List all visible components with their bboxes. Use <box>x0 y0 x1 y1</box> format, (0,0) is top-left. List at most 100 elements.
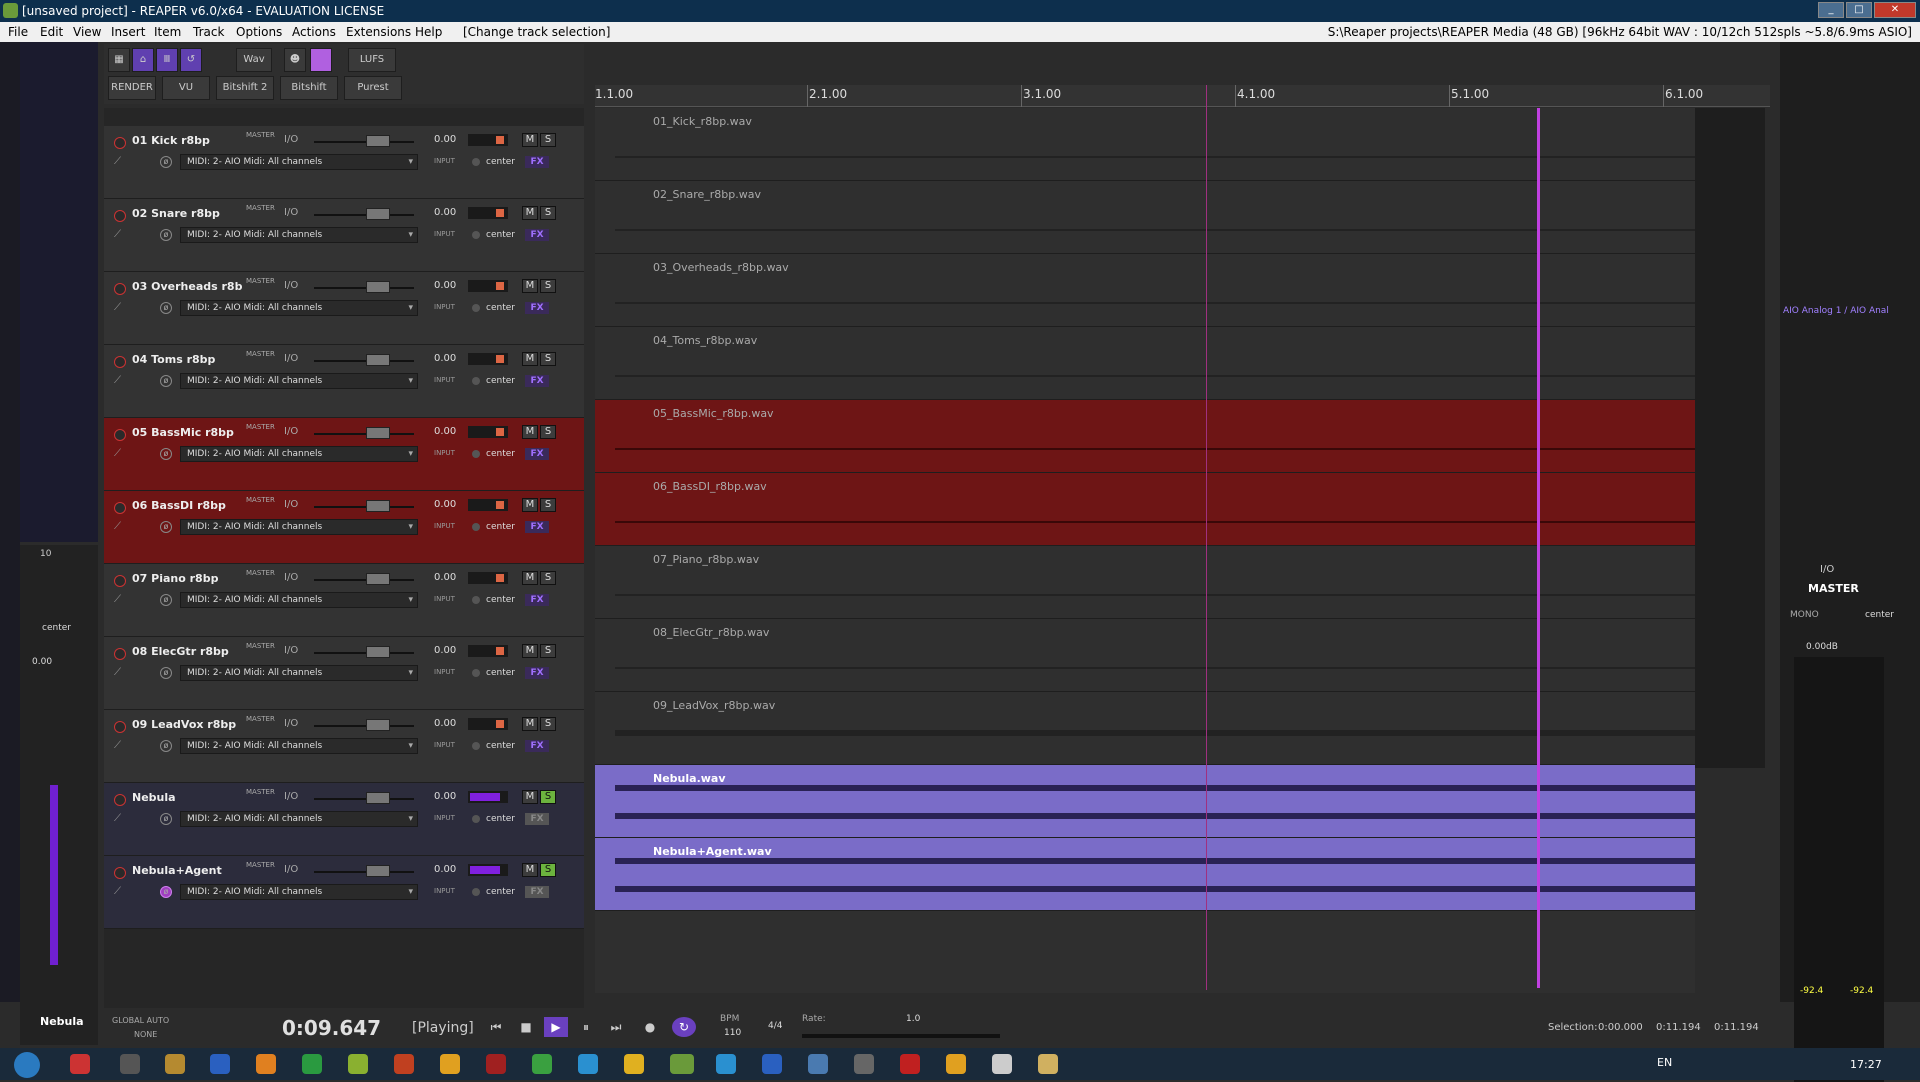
io-button[interactable]: I/O <box>284 280 298 291</box>
pan-knob[interactable]: center <box>468 738 520 754</box>
timeline-ruler[interactable]: 1.1.00 2.1.00 3.1.00 4.1.00 5.1.00 6.1.0… <box>595 85 1770 107</box>
loop-icon[interactable]: ↺ <box>180 48 202 72</box>
track-name[interactable]: 08 ElecGtr r8bp <box>132 645 242 658</box>
app-icon[interactable] <box>1038 1054 1058 1074</box>
color-icon[interactable] <box>310 48 332 72</box>
bars-icon[interactable]: Ⅲ <box>156 48 178 72</box>
minimize-button[interactable]: _ <box>1818 2 1844 18</box>
menu-options[interactable]: Options <box>236 22 282 42</box>
track-name[interactable]: 07 Piano r8bp <box>132 572 242 585</box>
pan-knob[interactable]: center <box>468 519 520 535</box>
track-1[interactable]: 01 Kick r8bp MASTER I/O 0.00 M S ⟋ ø MID… <box>104 126 584 199</box>
track-name[interactable]: 03 Overheads r8bp <box>132 280 242 293</box>
media-item[interactable]: 01_Kick_r8bp.wav <box>595 108 1695 181</box>
master-pan-knob[interactable]: center <box>1865 610 1894 620</box>
track-3[interactable]: 03 Overheads r8bp MASTER I/O 0.00 M S ⟋ … <box>104 272 584 345</box>
pan-knob[interactable]: center <box>468 884 520 900</box>
phase-icon[interactable]: ø <box>160 813 172 825</box>
master-io-button[interactable]: I/O <box>1820 564 1834 575</box>
input-select[interactable]: MIDI: 2- AIO Midi: All channels <box>180 300 418 316</box>
input-select[interactable]: MIDI: 2- AIO Midi: All channels <box>180 373 418 389</box>
volume-fader[interactable] <box>314 281 414 293</box>
record-arm-button[interactable] <box>114 721 126 733</box>
bitshift2-button[interactable]: Bitshift 2 <box>216 76 274 100</box>
phase-icon[interactable]: ø <box>160 521 172 533</box>
io-button[interactable]: I/O <box>284 791 298 802</box>
track-name[interactable]: Nebula+Agent <box>132 864 242 877</box>
phase-icon[interactable]: ø <box>160 375 172 387</box>
menu-item[interactable]: Item <box>154 22 181 42</box>
phase-icon[interactable]: ø <box>160 448 172 460</box>
io-button[interactable]: I/O <box>284 718 298 729</box>
track-4[interactable]: 04 Toms r8bp MASTER I/O 0.00 M S ⟋ ø MID… <box>104 345 584 418</box>
solo-button[interactable]: S <box>540 279 556 293</box>
mute-button[interactable]: M <box>522 863 538 877</box>
automation-icon[interactable]: ⟋ <box>114 448 126 460</box>
input-select[interactable]: MIDI: 2- AIO Midi: All channels <box>180 665 418 681</box>
input-select[interactable]: MIDI: 2- AIO Midi: All channels <box>180 519 418 535</box>
media-item[interactable]: 05_BassMic_r8bp.wav <box>595 400 1695 473</box>
media-item[interactable]: 06_BassDI_r8bp.wav <box>595 473 1695 546</box>
reaper-task-icon[interactable] <box>670 1054 694 1074</box>
menu-insert[interactable]: Insert <box>111 22 145 42</box>
mute-button[interactable]: M <box>522 206 538 220</box>
track-9[interactable]: 09 LeadVox r8bp MASTER I/O 0.00 M S ⟋ ø … <box>104 710 584 783</box>
mute-button[interactable]: M <box>522 425 538 439</box>
mute-button[interactable]: M <box>522 352 538 366</box>
io-button[interactable]: I/O <box>284 645 298 656</box>
menu-edit[interactable]: Edit <box>40 22 63 42</box>
phase-icon[interactable]: ø <box>160 156 172 168</box>
io-button[interactable]: I/O <box>284 134 298 145</box>
phase-icon[interactable]: ø <box>160 302 172 314</box>
master-send-label[interactable]: MASTER <box>246 277 275 285</box>
fx-button[interactable]: FX <box>525 448 549 460</box>
app-icon[interactable] <box>440 1054 460 1074</box>
fx-button[interactable]: FX <box>525 813 549 825</box>
mute-button[interactable]: M <box>522 279 538 293</box>
pan-knob[interactable]: center <box>468 373 520 389</box>
pan-knob[interactable]: center <box>468 154 520 170</box>
fx-button[interactable]: FX <box>525 302 549 314</box>
stop-icon[interactable]: ■ <box>514 1017 538 1037</box>
time-display[interactable]: 0:09.647 <box>282 1016 381 1040</box>
volume-fader[interactable] <box>314 865 414 877</box>
solo-button[interactable]: S <box>540 790 556 804</box>
media-item[interactable]: 09_LeadVox_r8bp.wav <box>595 692 1695 765</box>
app-icon[interactable] <box>256 1054 276 1074</box>
mute-button[interactable]: M <box>522 571 538 585</box>
master-send-label[interactable]: MASTER <box>246 569 275 577</box>
mute-button[interactable]: M <box>522 133 538 147</box>
app-icon[interactable] <box>348 1054 368 1074</box>
hw-output-label[interactable]: AIO Analog 1 / AIO Anal <box>1783 306 1889 316</box>
app-icon[interactable] <box>762 1054 782 1074</box>
wav-button[interactable]: Wav <box>236 48 272 72</box>
mute-button[interactable]: M <box>522 790 538 804</box>
input-select[interactable]: MIDI: 2- AIO Midi: All channels <box>180 592 418 608</box>
app-icon[interactable] <box>394 1054 414 1074</box>
input-select[interactable]: MIDI: 2- AIO Midi: All channels <box>180 227 418 243</box>
track-name[interactable]: Nebula <box>132 791 242 804</box>
solo-button[interactable]: S <box>540 644 556 658</box>
fx-button[interactable]: FX <box>525 229 549 241</box>
app-icon[interactable] <box>946 1054 966 1074</box>
track-name[interactable]: 04 Toms r8bp <box>132 353 242 366</box>
media-item[interactable]: 07_Piano_r8bp.wav <box>595 546 1695 619</box>
io-button[interactable]: I/O <box>284 353 298 364</box>
solo-button[interactable]: S <box>540 571 556 585</box>
pan-knob[interactable]: center <box>468 811 520 827</box>
fx-button[interactable]: FX <box>525 886 549 898</box>
volume-fader[interactable] <box>314 208 414 220</box>
menu-view[interactable]: View <box>73 22 101 42</box>
track-2[interactable]: 02 Snare r8bp MASTER I/O 0.00 M S ⟋ ø MI… <box>104 199 584 272</box>
master-send-label[interactable]: MASTER <box>246 861 275 869</box>
io-button[interactable]: I/O <box>284 499 298 510</box>
solo-button[interactable]: S <box>540 717 556 731</box>
app-icon[interactable] <box>808 1054 828 1074</box>
automation-icon[interactable]: ⟋ <box>114 229 126 241</box>
render-button[interactable]: RENDER <box>108 76 156 100</box>
grid-icon[interactable]: ▦ <box>108 48 130 72</box>
pan-knob[interactable]: center <box>468 446 520 462</box>
media-item[interactable]: 03_Overheads_r8bp.wav <box>595 254 1695 327</box>
volume-fader[interactable] <box>314 573 414 585</box>
track-7[interactable]: 07 Piano r8bp MASTER I/O 0.00 M S ⟋ ø MI… <box>104 564 584 637</box>
